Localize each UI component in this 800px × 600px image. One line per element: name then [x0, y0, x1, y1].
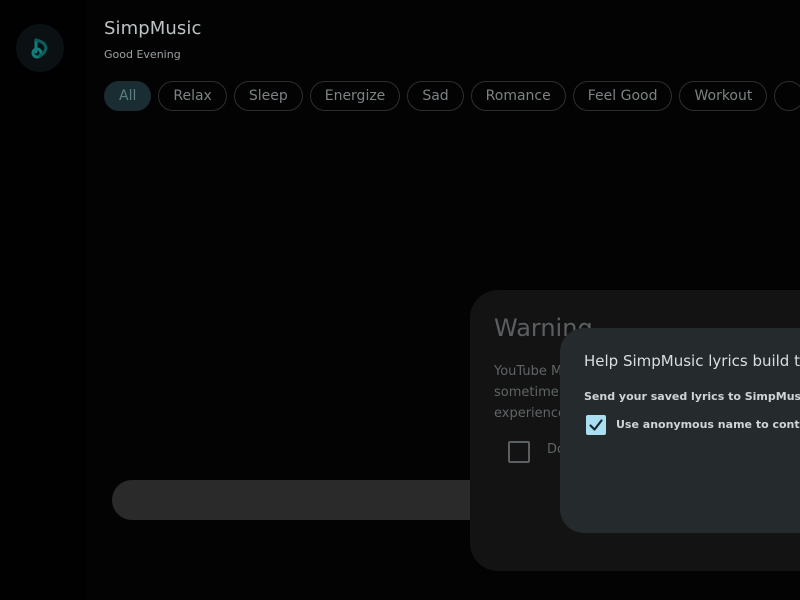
contribute-lyrics-dialog: Help SimpMusic lyrics build the Send you… [560, 328, 800, 533]
loading-placeholder-bar [112, 480, 532, 520]
chip-all[interactable]: All [104, 81, 152, 111]
chip-energize[interactable]: Energize [309, 81, 401, 111]
chip-sad[interactable]: Sad [407, 81, 464, 111]
chip-sleep[interactable]: Sleep [233, 81, 303, 111]
chip-overflow[interactable] [774, 81, 800, 111]
chip-feel-good[interactable]: Feel Good [572, 81, 673, 111]
contribute-dialog-description: Send your saved lyrics to SimpMusic lyr [584, 390, 800, 403]
contribute-dialog-title: Help SimpMusic lyrics build the [584, 352, 800, 370]
app-title: SimpMusic [104, 18, 202, 39]
anonymous-name-checkbox[interactable] [586, 415, 606, 435]
chip-romance[interactable]: Romance [470, 81, 566, 111]
chip-workout[interactable]: Workout [679, 81, 768, 111]
simpmusic-logo-icon [31, 38, 48, 59]
chip-relax[interactable]: Relax [158, 81, 227, 111]
greeting-text: Good Evening [104, 48, 181, 61]
app-window: SimpMusic Good Evening All Relax Sleep E… [0, 0, 800, 600]
anonymous-name-label: Use anonymous name to contribu [616, 418, 800, 431]
app-logo[interactable] [16, 24, 64, 72]
warning-dont-show-checkbox[interactable] [508, 441, 530, 463]
checkmark-icon [589, 419, 603, 431]
navigation-rail [0, 0, 86, 600]
mood-chip-row: All Relax Sleep Energize Sad Romance Fee… [104, 81, 800, 111]
